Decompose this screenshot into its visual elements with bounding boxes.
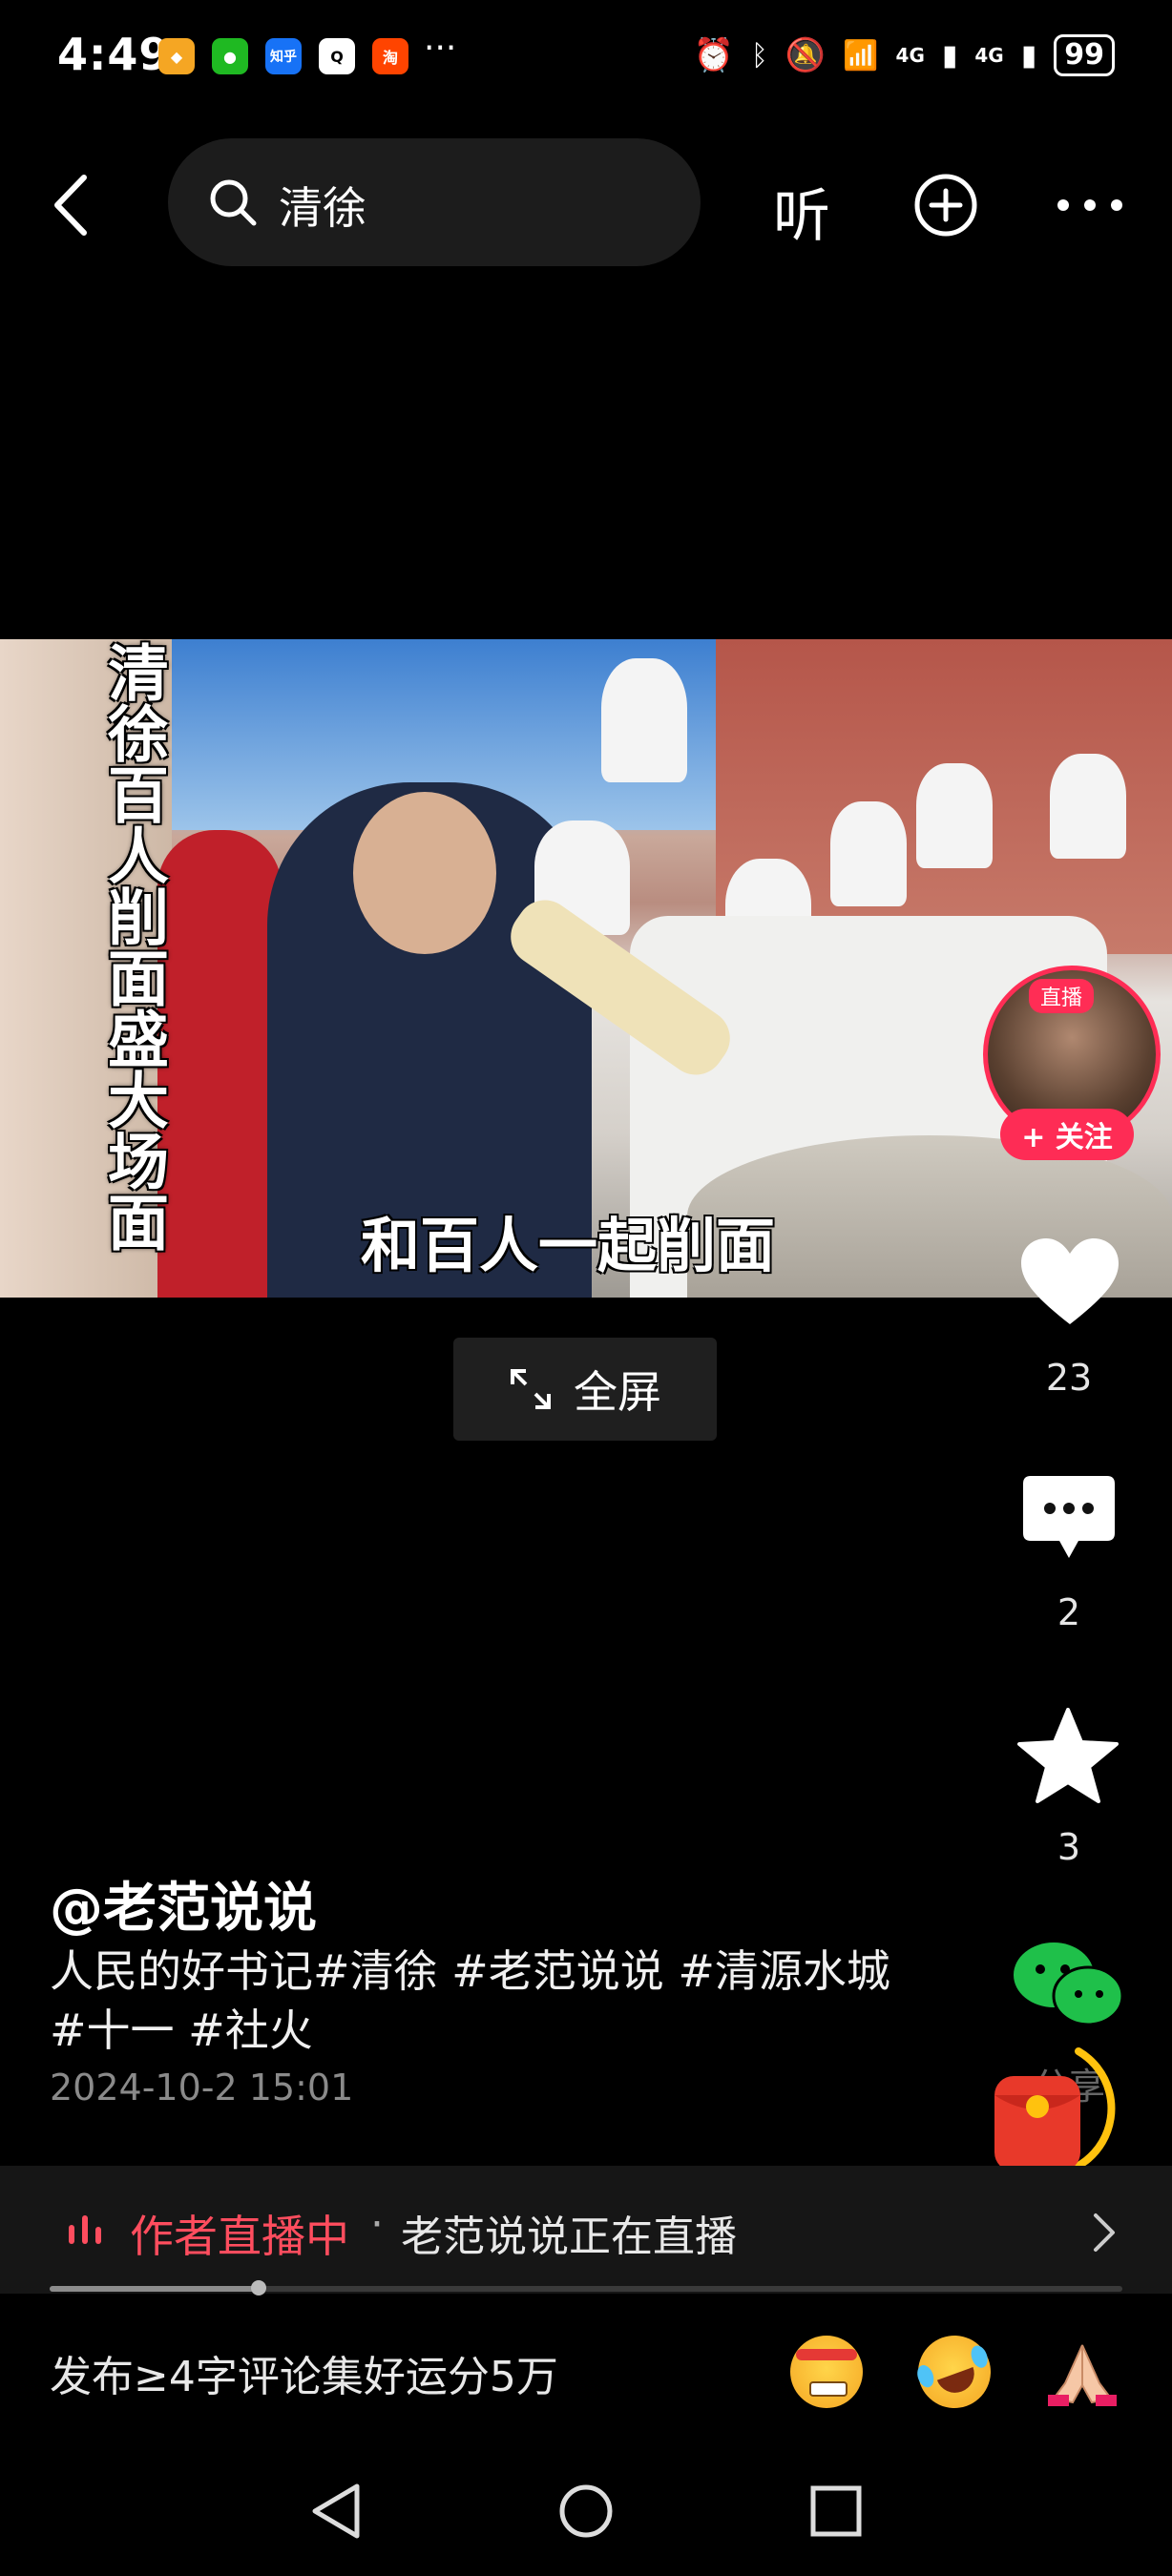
- listen-button[interactable]: 听: [773, 170, 830, 253]
- status-time: 4:49: [57, 29, 171, 80]
- video-chef-hat: [830, 801, 907, 906]
- alarm-icon: ⏰: [693, 36, 734, 74]
- video-vertical-caption: 清徐百人削面盛大场面: [97, 641, 168, 1252]
- mute-icon: 🔕: [785, 36, 827, 74]
- post-description: 人民的好书记#清徐 #老范说说 #清源水城 #十一 #社火: [50, 1945, 890, 2056]
- video-person-red: [157, 830, 282, 1298]
- live-separator: ·: [370, 2200, 384, 2249]
- video-chef-hat: [916, 763, 993, 868]
- live-description: 老范说说正在直播: [401, 2212, 737, 2261]
- like-heart-icon[interactable]: [1019, 1236, 1120, 1328]
- more-notifications-icon: ···: [424, 29, 457, 68]
- like-count: 23: [1045, 1357, 1093, 1399]
- comment-input[interactable]: 发布≥4字评论集好运分5万: [50, 2342, 558, 2403]
- bluetooth-icon: ᛒ: [750, 38, 768, 73]
- signal-bars-1-icon: ▮: [941, 38, 958, 73]
- fullscreen-label: 全屏: [574, 1366, 661, 1418]
- search-input[interactable]: 清徐: [279, 174, 366, 237]
- back-arrow-icon[interactable]: [50, 172, 92, 239]
- comment-count: 2: [1057, 1591, 1081, 1633]
- video-face: [353, 792, 496, 954]
- praying-hands-emoji-icon[interactable]: [1044, 2336, 1120, 2408]
- more-options-icon[interactable]: [1054, 191, 1126, 219]
- nav-home-icon[interactable]: [555, 2481, 617, 2542]
- progress-fill: [50, 2286, 260, 2292]
- signal-1: 4G: [895, 44, 925, 67]
- grimace-emoji-icon[interactable]: [790, 2336, 863, 2408]
- live-label: 作者直播中: [130, 2211, 349, 2262]
- post-date: 2024-10-2 15:01: [50, 2067, 354, 2109]
- video-chef-hat: [1050, 754, 1126, 859]
- zhihu-icon: 知乎: [265, 38, 302, 74]
- search-icon: [210, 179, 257, 226]
- favorite-star-icon[interactable]: [1017, 1708, 1119, 1803]
- signal-2: 4G: [974, 44, 1004, 67]
- follow-button[interactable]: + 关注: [1000, 1109, 1134, 1160]
- laughing-crying-emoji-icon[interactable]: [908, 2325, 1001, 2419]
- favorite-count: 3: [1057, 1826, 1081, 1868]
- wifi-icon: 📶: [843, 38, 879, 73]
- battery-indicator: 99: [1054, 34, 1115, 76]
- video-subtitle: 和百人一起削面: [361, 1211, 776, 1280]
- taobao-icon: 淘: [372, 38, 408, 74]
- nav-back-icon[interactable]: [309, 2481, 363, 2542]
- add-icon[interactable]: [912, 172, 979, 239]
- signal-bars-2-icon: ▮: [1020, 38, 1037, 73]
- nav-recents-icon[interactable]: [807, 2481, 865, 2542]
- fullscreen-button[interactable]: 全屏: [453, 1338, 717, 1441]
- wechat-icon: ●: [212, 38, 248, 74]
- chevron-right-icon[interactable]: [1092, 2212, 1117, 2254]
- qq-icon: Q: [319, 38, 355, 74]
- app-notification-icon: ◆: [158, 38, 195, 74]
- expand-icon: [511, 1369, 551, 1409]
- author-name[interactable]: @老范说说: [50, 1865, 317, 1942]
- live-tag: 直播: [1029, 979, 1095, 1013]
- video-chef-hat: [601, 658, 687, 782]
- red-packet-icon[interactable]: [973, 2032, 1126, 2185]
- comment-bubble-icon[interactable]: [1021, 1474, 1117, 1562]
- status-icons: ⏰ ᛒ 🔕 📶 4G ▮ 4G ▮ 99: [693, 34, 1115, 76]
- live-bars-icon: [69, 2215, 101, 2244]
- wechat-share-icon[interactable]: [1012, 1937, 1126, 2032]
